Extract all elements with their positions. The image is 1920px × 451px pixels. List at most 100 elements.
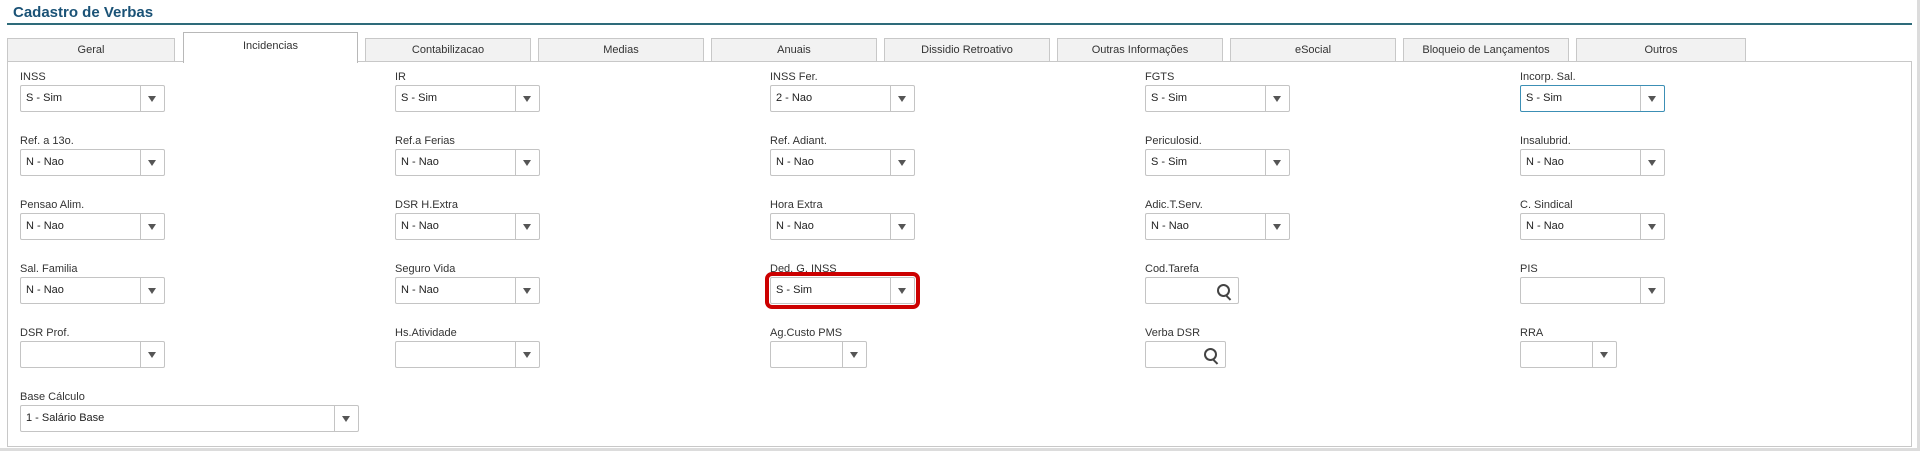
cod-tarefa-label: Cod.Tarefa bbox=[1145, 263, 1199, 275]
incorp-sal-value: S - Sim bbox=[1526, 92, 1563, 104]
chevron-down-icon[interactable] bbox=[515, 86, 539, 111]
chevron-down-icon[interactable] bbox=[1640, 150, 1664, 175]
ref-adiant-value: N - Nao bbox=[776, 156, 814, 168]
dsr-hextra-label: DSR H.Extra bbox=[395, 199, 458, 211]
search-icon[interactable] bbox=[1217, 284, 1230, 297]
ded-g-inss-select[interactable]: S - Sim bbox=[765, 272, 920, 309]
tab-dissidio-retroativo[interactable]: Dissidio Retroativo bbox=[884, 38, 1050, 61]
ref-ferias-select[interactable]: N - Nao bbox=[395, 149, 540, 176]
verba-dsr-input[interactable] bbox=[1145, 341, 1226, 368]
hs-atividade-select[interactable] bbox=[395, 341, 540, 368]
title-divider bbox=[7, 23, 1912, 25]
ir-label: IR bbox=[395, 71, 406, 83]
ref-adiant-label: Ref. Adiant. bbox=[770, 135, 827, 147]
insalubrid-select[interactable]: N - Nao bbox=[1520, 149, 1665, 176]
chevron-down-icon[interactable] bbox=[890, 278, 914, 303]
chevron-down-icon[interactable] bbox=[140, 214, 164, 239]
chevron-down-icon[interactable] bbox=[1265, 86, 1289, 111]
chevron-down-icon[interactable] bbox=[515, 150, 539, 175]
base-calculo-value: 1 - Salário Base bbox=[26, 412, 105, 424]
ref-13o-value: N - Nao bbox=[26, 156, 64, 168]
chevron-down-icon[interactable] bbox=[140, 86, 164, 111]
tab-outros[interactable]: Outros bbox=[1576, 38, 1746, 61]
tab-outras-informacoes[interactable]: Outras Informações bbox=[1057, 38, 1223, 61]
search-icon[interactable] bbox=[1204, 348, 1217, 361]
inss-fer-value: 2 - Nao bbox=[776, 92, 813, 104]
chevron-down-icon[interactable] bbox=[1265, 150, 1289, 175]
chevron-down-icon[interactable] bbox=[1640, 278, 1664, 303]
insalubrid-label: Insalubrid. bbox=[1520, 135, 1571, 147]
fgts-select[interactable]: S - Sim bbox=[1145, 85, 1290, 112]
chevron-down-icon[interactable] bbox=[1265, 214, 1289, 239]
ag-custo-pms-select[interactable] bbox=[770, 341, 867, 368]
ded-g-inss-label: Ded. G. INSS bbox=[770, 263, 837, 275]
dsr-prof-label: DSR Prof. bbox=[20, 327, 70, 339]
chevron-down-icon[interactable] bbox=[1592, 342, 1616, 367]
inss-value: S - Sim bbox=[26, 92, 63, 104]
chevron-down-icon[interactable] bbox=[1640, 86, 1664, 111]
chevron-down-icon[interactable] bbox=[515, 278, 539, 303]
inss-fer-label: INSS Fer. bbox=[770, 71, 818, 83]
c-sindical-select[interactable]: N - Nao bbox=[1520, 213, 1665, 240]
tab-anuais[interactable]: Anuais bbox=[711, 38, 877, 61]
adic-tserv-select[interactable]: N - Nao bbox=[1145, 213, 1290, 240]
fgts-label: FGTS bbox=[1145, 71, 1175, 83]
pensao-alim-value: N - Nao bbox=[26, 220, 64, 232]
ag-custo-pms-label: Ag.Custo PMS bbox=[770, 327, 843, 339]
tab-contabilizacao[interactable]: Contabilizacao bbox=[365, 38, 531, 61]
ref-ferias-label: Ref.a Ferias bbox=[395, 135, 455, 147]
chevron-down-icon[interactable] bbox=[515, 214, 539, 239]
rra-select[interactable] bbox=[1520, 341, 1617, 368]
tab-medias[interactable]: Medias bbox=[538, 38, 704, 61]
hora-extra-label: Hora Extra bbox=[770, 199, 823, 211]
chevron-down-icon[interactable] bbox=[890, 214, 914, 239]
page-title: Cadastro de Verbas bbox=[13, 4, 154, 21]
dsr-prof-select[interactable] bbox=[20, 341, 165, 368]
base-calculo-select[interactable]: 1 - Salário Base bbox=[20, 405, 359, 432]
incorp-sal-select[interactable]: S - Sim bbox=[1520, 85, 1665, 112]
tab-incidencias[interactable]: Incidencias bbox=[183, 32, 358, 63]
sal-familia-select[interactable]: N - Nao bbox=[20, 277, 165, 304]
chevron-down-icon[interactable] bbox=[140, 150, 164, 175]
chevron-down-icon[interactable] bbox=[1640, 214, 1664, 239]
c-sindical-value: N - Nao bbox=[1526, 220, 1564, 232]
chevron-down-icon[interactable] bbox=[140, 342, 164, 367]
ref-13o-select[interactable]: N - Nao bbox=[20, 149, 165, 176]
dsr-hextra-select[interactable]: N - Nao bbox=[395, 213, 540, 240]
pis-select[interactable] bbox=[1520, 277, 1665, 304]
pensao-alim-select[interactable]: N - Nao bbox=[20, 213, 165, 240]
periculosid-label: Periculosid. bbox=[1145, 135, 1202, 147]
sal-familia-value: N - Nao bbox=[26, 284, 64, 296]
tab-esocial[interactable]: eSocial bbox=[1230, 38, 1396, 61]
adic-tserv-label: Adic.T.Serv. bbox=[1145, 199, 1203, 211]
ref-adiant-select[interactable]: N - Nao bbox=[770, 149, 915, 176]
chevron-down-icon[interactable] bbox=[334, 406, 358, 431]
pis-label: PIS bbox=[1520, 263, 1538, 275]
ded-g-inss-value: S - Sim bbox=[776, 284, 813, 296]
insalubrid-value: N - Nao bbox=[1526, 156, 1564, 168]
tab-geral[interactable]: Geral bbox=[7, 38, 175, 61]
pensao-alim-label: Pensao Alim. bbox=[20, 199, 85, 211]
verba-dsr-label: Verba DSR bbox=[1145, 327, 1201, 339]
tab-bloqueio-de-lancamentos[interactable]: Bloqueio de Lançamentos bbox=[1403, 38, 1569, 61]
ir-select[interactable]: S - Sim bbox=[395, 85, 540, 112]
dsr-hextra-value: N - Nao bbox=[401, 220, 439, 232]
periculosid-value: S - Sim bbox=[1151, 156, 1188, 168]
hora-extra-select[interactable]: N - Nao bbox=[770, 213, 915, 240]
inss-fer-select[interactable]: 2 - Nao bbox=[770, 85, 915, 112]
sal-familia-label: Sal. Familia bbox=[20, 263, 78, 275]
incidencias-panel: INSS S - Sim IR S - Sim INSS Fer. 2 - Na… bbox=[7, 61, 1912, 447]
seguro-vida-select[interactable]: N - Nao bbox=[395, 277, 540, 304]
chevron-down-icon[interactable] bbox=[515, 342, 539, 367]
periculosid-select[interactable]: S - Sim bbox=[1145, 149, 1290, 176]
cod-tarefa-input[interactable] bbox=[1145, 277, 1239, 304]
chevron-down-icon[interactable] bbox=[842, 342, 866, 367]
adic-tserv-value: N - Nao bbox=[1151, 220, 1189, 232]
hora-extra-value: N - Nao bbox=[776, 220, 814, 232]
chevron-down-icon[interactable] bbox=[890, 150, 914, 175]
chevron-down-icon[interactable] bbox=[140, 278, 164, 303]
inss-select[interactable]: S - Sim bbox=[20, 85, 165, 112]
hs-atividade-label: Hs.Atividade bbox=[395, 327, 457, 339]
chevron-down-icon[interactable] bbox=[890, 86, 914, 111]
ref-ferias-value: N - Nao bbox=[401, 156, 439, 168]
